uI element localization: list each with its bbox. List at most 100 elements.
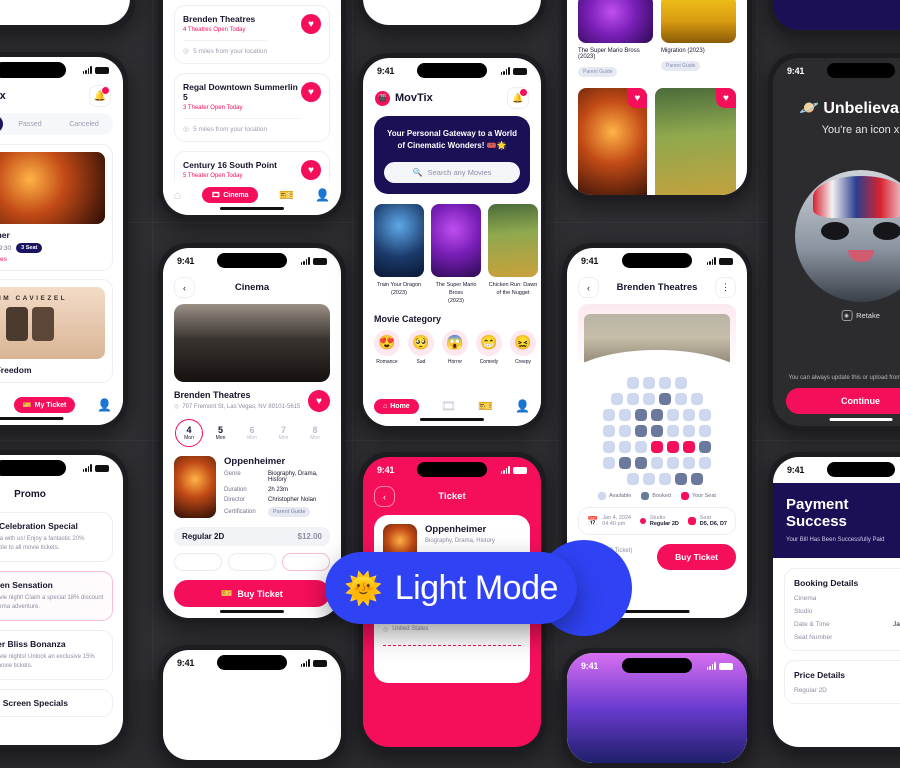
- notification-button[interactable]: 🔔: [89, 85, 111, 107]
- retake-button[interactable]: ◉ Retake: [841, 310, 880, 321]
- seat-available[interactable]: [667, 457, 679, 469]
- favorite-button[interactable]: ♥: [716, 88, 736, 108]
- search-input[interactable]: 🔍 Search any Movies: [384, 162, 520, 183]
- buy-ticket-button[interactable]: 🎫 Buy Ticket: [174, 580, 330, 607]
- ticket-tabs[interactable]: Upcoming Passed Canceled: [0, 113, 113, 135]
- seat-available[interactable]: [627, 393, 639, 405]
- seat-available[interactable]: [683, 409, 695, 421]
- tab-profile-icon[interactable]: 👤: [97, 398, 112, 412]
- seat-available[interactable]: [619, 425, 631, 437]
- movie-poster[interactable]: ♥: [578, 88, 647, 195]
- seat-selected[interactable]: [667, 441, 679, 453]
- seat-available[interactable]: [643, 473, 655, 485]
- seat-available[interactable]: [627, 473, 639, 485]
- buy-ticket-button[interactable]: Buy Ticket: [657, 544, 736, 570]
- showtime-chip[interactable]: [174, 553, 222, 571]
- seat-available[interactable]: [619, 409, 631, 421]
- date-picker[interactable]: 4 Mon 5 Mon 6 Mon 7 Mon 8 Mon: [163, 412, 341, 447]
- promo-card[interactable]: Blockbuster Bliss Bonanza Elevate your m…: [0, 630, 113, 680]
- seat-available[interactable]: [659, 377, 671, 389]
- seat-available[interactable]: [635, 441, 647, 453]
- movie-poster[interactable]: ♥: [655, 88, 736, 195]
- theater-card[interactable]: Regal Downtown Summerlin 5 3 Theater Ope…: [174, 73, 330, 142]
- showtime-chip-selected[interactable]: [282, 553, 330, 571]
- seat-available[interactable]: [699, 409, 711, 421]
- ticket-card[interactable]: Oppenheimer Jan 4, 2024 • 19:30 3 Seat B…: [0, 144, 113, 271]
- tab-cinema-icon[interactable]: 🎞: [441, 399, 456, 413]
- seat-map[interactable]: [567, 372, 747, 485]
- seat-available[interactable]: [627, 377, 639, 389]
- movie-poster[interactable]: [578, 0, 653, 43]
- seat-available[interactable]: [659, 473, 671, 485]
- tab-profile-icon[interactable]: 👤: [315, 188, 330, 202]
- category-sad[interactable]: 🥺 Sad: [408, 330, 434, 365]
- seat-available[interactable]: [667, 425, 679, 437]
- favorite-button[interactable]: ♥: [301, 14, 321, 34]
- category-comedy[interactable]: 😁 Comedy: [476, 330, 502, 365]
- date-chip[interactable]: 8 Mon: [301, 419, 329, 447]
- seat-available[interactable]: [691, 393, 703, 405]
- promo-card[interactable]: Gold Class Screen Specials: [0, 689, 113, 717]
- seat-available[interactable]: [675, 377, 687, 389]
- tab-my-ticket-icon[interactable]: 🎫: [478, 399, 493, 413]
- promo-card[interactable]: Cinematic Celebration Special Celebrate …: [0, 512, 113, 562]
- seat-available[interactable]: [699, 457, 711, 469]
- favorite-button[interactable]: ♥: [627, 88, 647, 108]
- tab-my-ticket[interactable]: 🎫My Ticket: [14, 397, 76, 413]
- favorite-button[interactable]: ♥: [308, 390, 330, 412]
- info-value: 2h 23m: [268, 487, 330, 493]
- tab-home-icon[interactable]: ⌂: [174, 188, 181, 202]
- seat-selected[interactable]: [683, 441, 695, 453]
- back-button[interactable]: ‹: [578, 277, 599, 298]
- tab-canceled[interactable]: Canceled: [57, 121, 111, 128]
- ticket-card[interactable]: JIM CAVIEZEL Sound Of Freedom: [0, 279, 113, 383]
- seat-available[interactable]: [603, 409, 615, 421]
- date-chip[interactable]: 5 Mon: [207, 419, 235, 447]
- seat-selected[interactable]: [651, 441, 663, 453]
- seat-available[interactable]: [683, 457, 695, 469]
- phone-movie-grid: The Super Mario Bross (2023) Parent Guid…: [562, 0, 752, 200]
- seat-available[interactable]: [643, 377, 655, 389]
- movie-poster[interactable]: [431, 204, 481, 277]
- date-chip[interactable]: 7 Mon: [270, 419, 298, 447]
- seat-available[interactable]: [611, 393, 623, 405]
- movie-poster[interactable]: [661, 0, 736, 43]
- continue-button[interactable]: Continue: [786, 388, 900, 414]
- date-chip[interactable]: 6 Mon: [238, 419, 266, 447]
- seat-available[interactable]: [699, 425, 711, 437]
- theater-address: 707 Fremont St, Las Vegas, NV 89101-5615: [182, 404, 300, 410]
- category-creepy[interactable]: 😖 Creepy: [510, 330, 536, 365]
- notification-badge: [102, 87, 109, 94]
- format-row[interactable]: Regular 2D $12.00: [174, 527, 330, 546]
- movie-poster[interactable]: [488, 204, 538, 277]
- battery-icon: [513, 68, 527, 75]
- seat-available[interactable]: [603, 457, 615, 469]
- seat-available[interactable]: [619, 441, 631, 453]
- tab-passed[interactable]: Passed: [3, 121, 57, 128]
- category-horror[interactable]: 😱 Horror: [442, 330, 468, 365]
- tab-cinema[interactable]: 🎞Cinema: [202, 187, 257, 203]
- menu-button[interactable]: ⋮: [715, 277, 736, 298]
- date-chip-selected[interactable]: 4 Mon: [175, 419, 203, 447]
- light-mode-badge[interactable]: 🌞 Light Mode: [325, 552, 577, 624]
- seat-available[interactable]: [667, 409, 679, 421]
- seat-available[interactable]: [683, 425, 695, 437]
- notification-button[interactable]: 🔔: [507, 87, 529, 109]
- seat-available[interactable]: [603, 425, 615, 437]
- tab-home[interactable]: ⌂Home: [374, 399, 419, 414]
- ticket-icon: 🎫: [221, 588, 232, 599]
- movie-poster[interactable]: [374, 204, 424, 277]
- tab-my-ticket-icon[interactable]: 🎫: [279, 188, 294, 202]
- promo-card[interactable]: Silver Screen Sensation Elevate your mov…: [0, 571, 113, 621]
- seat-available[interactable]: [651, 457, 663, 469]
- theater-card[interactable]: Brenden Theatres 4 Theatres Open Today ◎…: [174, 5, 330, 64]
- seat-available[interactable]: [603, 441, 615, 453]
- category-emoji: 😱: [442, 330, 468, 356]
- favorite-button[interactable]: ♥: [301, 82, 321, 102]
- tab-profile-icon[interactable]: 👤: [515, 399, 530, 413]
- seat-available[interactable]: [643, 393, 655, 405]
- category-romance[interactable]: 😍 Romance: [374, 330, 400, 365]
- seat-available[interactable]: [675, 393, 687, 405]
- showtime-chip[interactable]: [228, 553, 276, 571]
- favorite-button[interactable]: ♥: [301, 160, 321, 180]
